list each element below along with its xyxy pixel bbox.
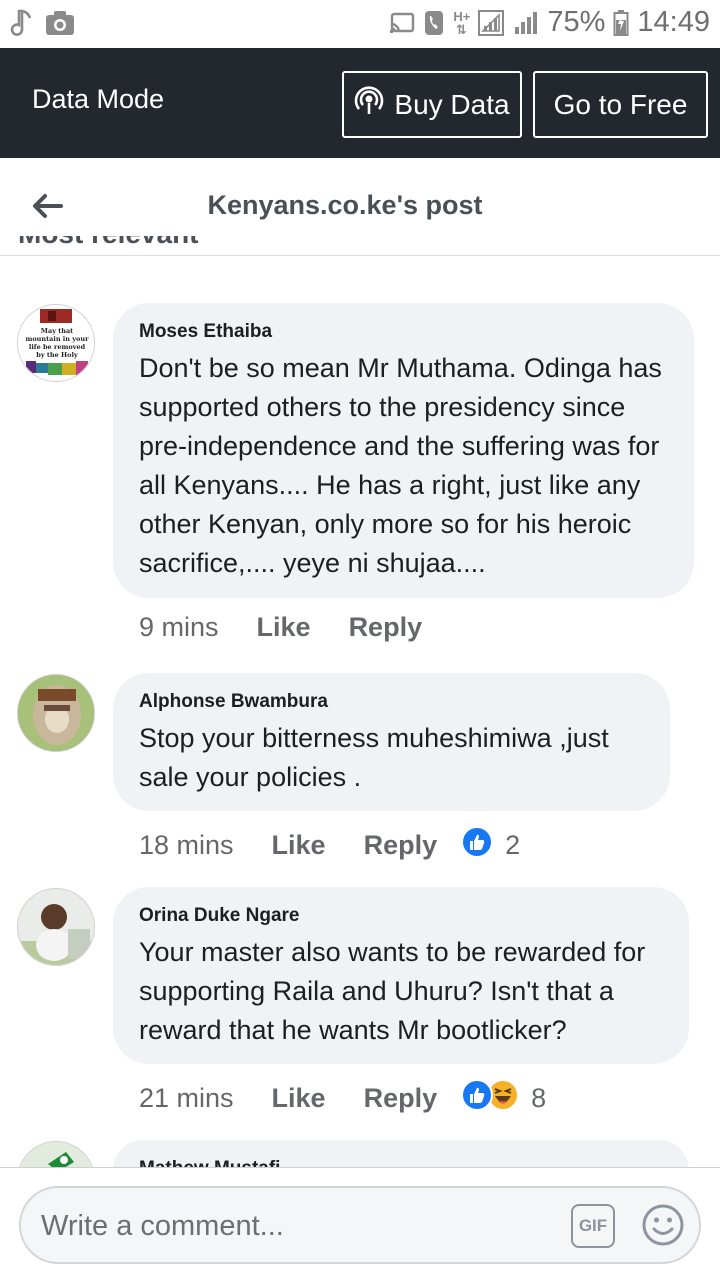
reply-button[interactable]: Reply [364,1083,438,1114]
comment-bubble[interactable]: Orina Duke Ngare Your master also wants … [113,887,689,1064]
comment-bubble[interactable]: Mathew Mustafi [113,1140,689,1167]
go-to-free-label: Go to Free [553,88,688,120]
comment-composer: GIF [0,1167,720,1280]
comment-input[interactable] [41,1202,561,1250]
avatar[interactable] [17,674,95,752]
go-to-free-button[interactable]: Go to Free [533,71,708,138]
reaction-count: 2 [505,830,521,860]
camera-icon [44,9,76,37]
comment-actions: 18 mins Like Reply 2 [139,826,520,865]
comment-time[interactable]: 18 mins [139,830,234,861]
battery-charging-icon [613,9,629,37]
signal-icon-1 [477,9,505,37]
comment-time[interactable]: 9 mins [139,612,219,643]
like-button[interactable]: Like [272,830,326,861]
like-button[interactable]: Like [272,1083,326,1114]
like-icon [461,1079,494,1118]
page-title: Kenyans.co.ke's post [207,190,483,220]
emoji-icon[interactable] [640,1202,686,1248]
comment-actions: 9 mins Like Reply [139,612,446,643]
svg-text:life be removed: life be removed [29,343,86,351]
clock: 14:49 [637,6,710,38]
buy-data-label: Buy Data [394,88,510,120]
svg-text:by the Holy: by the Holy [36,351,78,359]
comment-author[interactable]: Alphonse Bwambura [139,691,644,713]
like-icon [461,826,494,865]
buy-data-button[interactable]: Buy Data [342,71,522,138]
music-note-icon [10,8,34,38]
battery-percent: 75% [547,6,606,38]
signal-icon-2 [513,10,539,36]
reactions-summary[interactable]: 8 [461,1079,546,1118]
comments-list: May that mountain in your life be remove… [0,257,720,1167]
comment-time[interactable]: 21 mins [139,1083,234,1114]
status-bar: H+ ⇅ 75% 14:49 [0,0,720,48]
comment-bubble[interactable]: Alphonse Bwambura Stop your bitterness m… [113,673,670,811]
reactions-summary[interactable]: 2 [461,826,520,865]
comment-input-container: GIF [19,1186,701,1264]
comment-text: Your master also wants to be rewarded fo… [139,937,646,1045]
comment-author[interactable]: Orina Duke Ngare [139,905,663,927]
reaction-count: 8 [531,1083,547,1113]
data-mode-label: Data Mode [32,84,165,114]
sort-label-partial[interactable]: Most relevant [18,236,199,256]
broadcast-icon [354,86,384,123]
comment-author[interactable]: Mathew Mustafi [139,1158,663,1167]
reply-button[interactable]: Reply [364,830,438,861]
reply-button[interactable]: Reply [349,612,423,643]
network-type-icon: H+ ⇅ [453,8,471,37]
comment-text: Don't be so mean Mr Muthama. Odinga has … [139,353,662,578]
comment-text: Stop your bitterness muheshimiwa ,just s… [139,723,609,792]
comment-author[interactable]: Moses Ethaiba [139,321,668,343]
gif-button[interactable]: GIF [571,1204,615,1248]
data-mode-bar: Data Mode Buy Data Go to Free [0,48,720,158]
cast-icon [389,12,415,34]
comment-bubble[interactable]: Moses Ethaiba Don't be so mean Mr Mutham… [113,303,694,598]
like-button[interactable]: Like [257,612,311,643]
comment-actions: 21 mins Like Reply 8 [139,1079,546,1118]
avatar[interactable] [17,888,95,966]
svg-text:May that: May that [41,327,73,335]
phone-icon [423,9,445,37]
avatar[interactable] [17,1141,95,1167]
svg-text:mountain in your: mountain in your [25,335,89,343]
avatar[interactable]: May that mountain in your life be remove… [17,304,95,382]
